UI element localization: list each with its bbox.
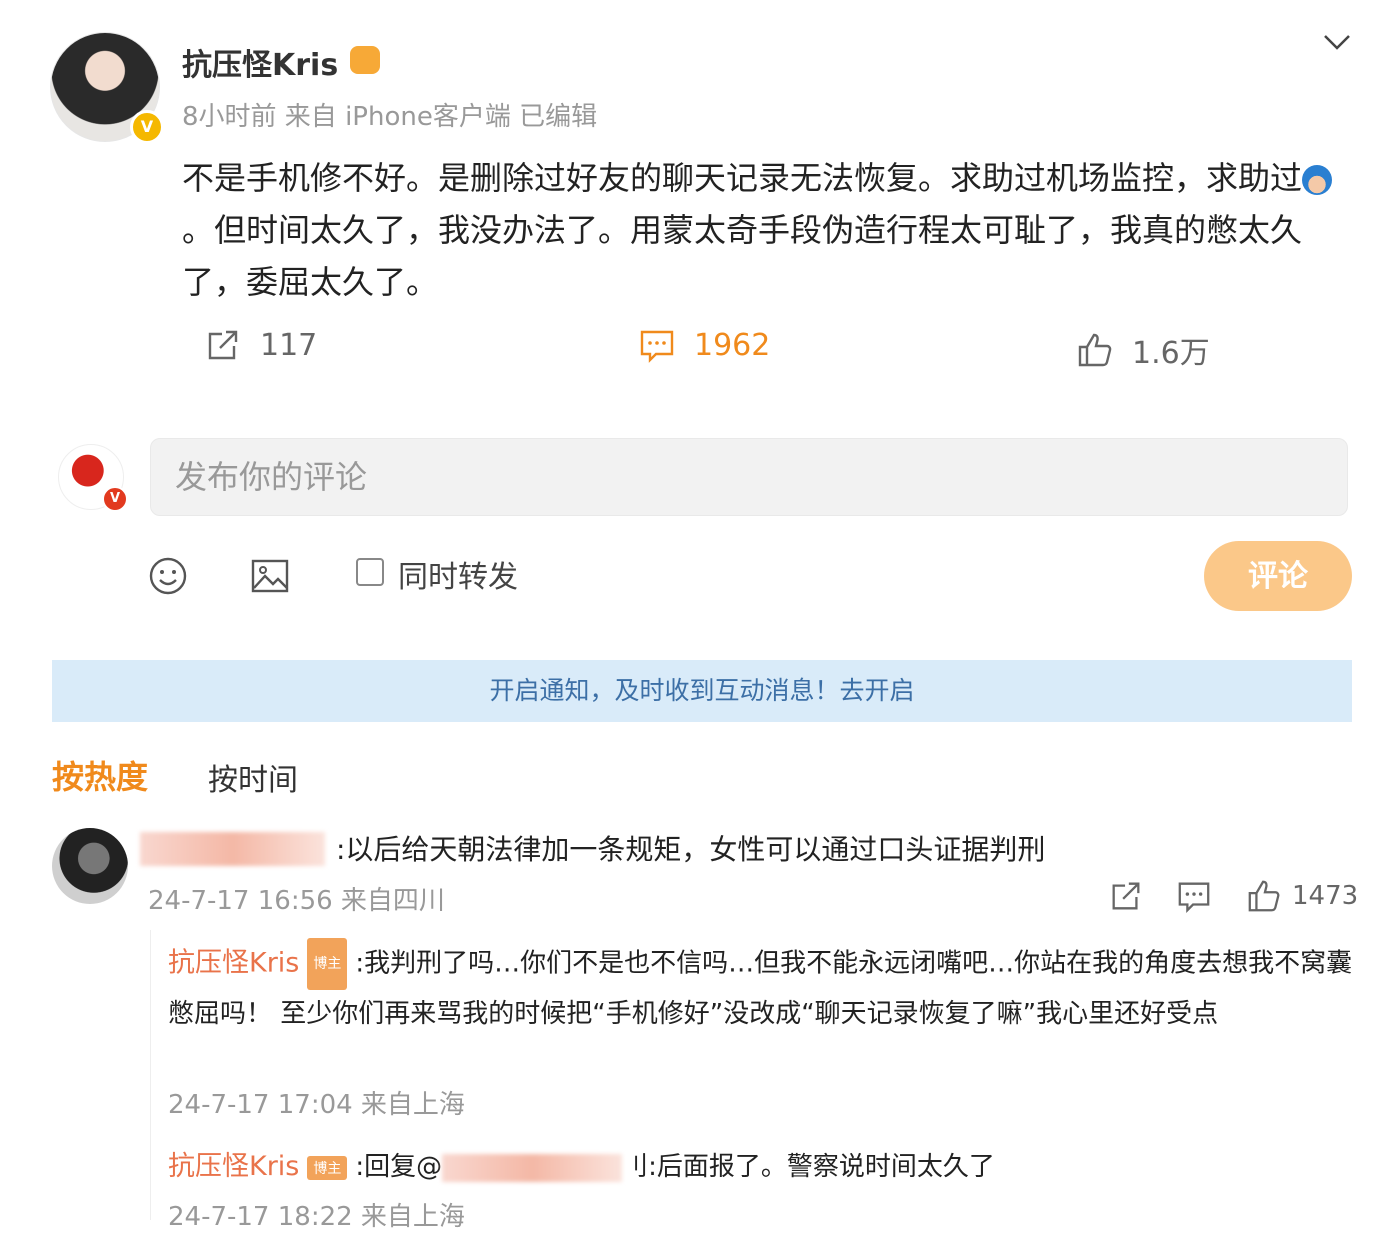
post-text-part1: 不是手机修不好。是删除过好友的聊天记录无法恢复。求助过机场监控，求助过 [182,159,1303,197]
share-icon [208,330,238,360]
comment-icon [1178,882,1210,913]
comment-reply-button[interactable] [1176,878,1212,914]
repost-count: 117 [260,327,318,363]
repost-label: 同时转发 [398,560,518,595]
verified-badge-icon: V [130,110,164,144]
comment-count: 1962 [694,327,771,363]
commenter-avatar[interactable] [52,828,128,904]
notification-banner[interactable]: 开启通知，及时收到互动消息！去开启 [52,660,1352,722]
comment-icon [640,330,674,363]
verified-badge-icon: V [102,486,128,512]
comment-repost-button[interactable] [1108,878,1144,914]
comment-meta: 24-7-17 16:56 来自四川 [148,886,445,916]
reply-item: 抗压怪Kris 博主 :回复@ 刂:后面报了。警察说时间太久了 [168,1144,995,1183]
share-icon [1112,882,1140,910]
like-button[interactable]: 1.6万 [1076,328,1210,372]
vip-crown-icon [350,46,380,74]
submit-comment-button[interactable]: 评论 [1204,541,1352,611]
reply-meta: 24-7-17 18:22 来自上海 [168,1202,465,1232]
like-icon [1248,880,1280,912]
tab-sort-hot[interactable]: 按热度 [52,752,148,798]
blurred-mention[interactable] [442,1153,623,1182]
reply-author[interactable]: 抗压怪Kris [168,1151,299,1182]
police-emoji-icon [1302,165,1333,195]
like-icon [1078,333,1112,367]
post-meta: 8小时前 来自 iPhone客户端 已编辑 [182,102,598,132]
post-text: 不是手机修不好。是删除过好友的聊天记录无法恢复。求助过机场监控，求助过。但时间太… [182,152,1342,308]
comment-button[interactable]: 1962 [638,326,770,364]
reply-meta: 24-7-17 17:04 来自上海 [168,1090,465,1120]
reply-item: 抗压怪Kris 博主:我判刑了吗…你们不是也不信吗…但我不能永远闭嘴吧…你站在我的… [168,938,1358,1038]
repost-button[interactable]: 117 [204,326,317,364]
comment-like-count: 1473 [1292,881,1359,911]
author-name[interactable]: 抗压怪Kris [182,40,338,84]
reply-text: 刂:后面报了。警察说时间太久了 [622,1152,995,1182]
comment-like-button[interactable]: 1473 [1246,878,1358,914]
like-count: 1.6万 [1132,336,1210,371]
chevron-down-icon[interactable] [1322,26,1352,59]
repost-checkbox[interactable] [356,558,384,586]
comment-input[interactable]: 发布你的评论 [150,438,1348,516]
tab-sort-time[interactable]: 按时间 [208,755,298,799]
blurred-username[interactable] [140,832,325,866]
reply-author[interactable]: 抗压怪Kris [168,948,299,979]
image-icon[interactable] [250,556,290,596]
smile-icon[interactable] [148,556,188,596]
post-text-part2: 。但时间太久了，我没办法了。用蒙太奇手段伪造行程太可耻了，我真的憋太久了，委屈太… [182,211,1303,301]
author-badge: 博主 [307,1155,348,1180]
author-badge: 博主 [307,938,348,990]
comment-text: :以后给天朝法律加一条规矩，女性可以通过口头证据判刑 [336,833,1046,866]
reply-prefix: :回复@ [355,1152,443,1182]
